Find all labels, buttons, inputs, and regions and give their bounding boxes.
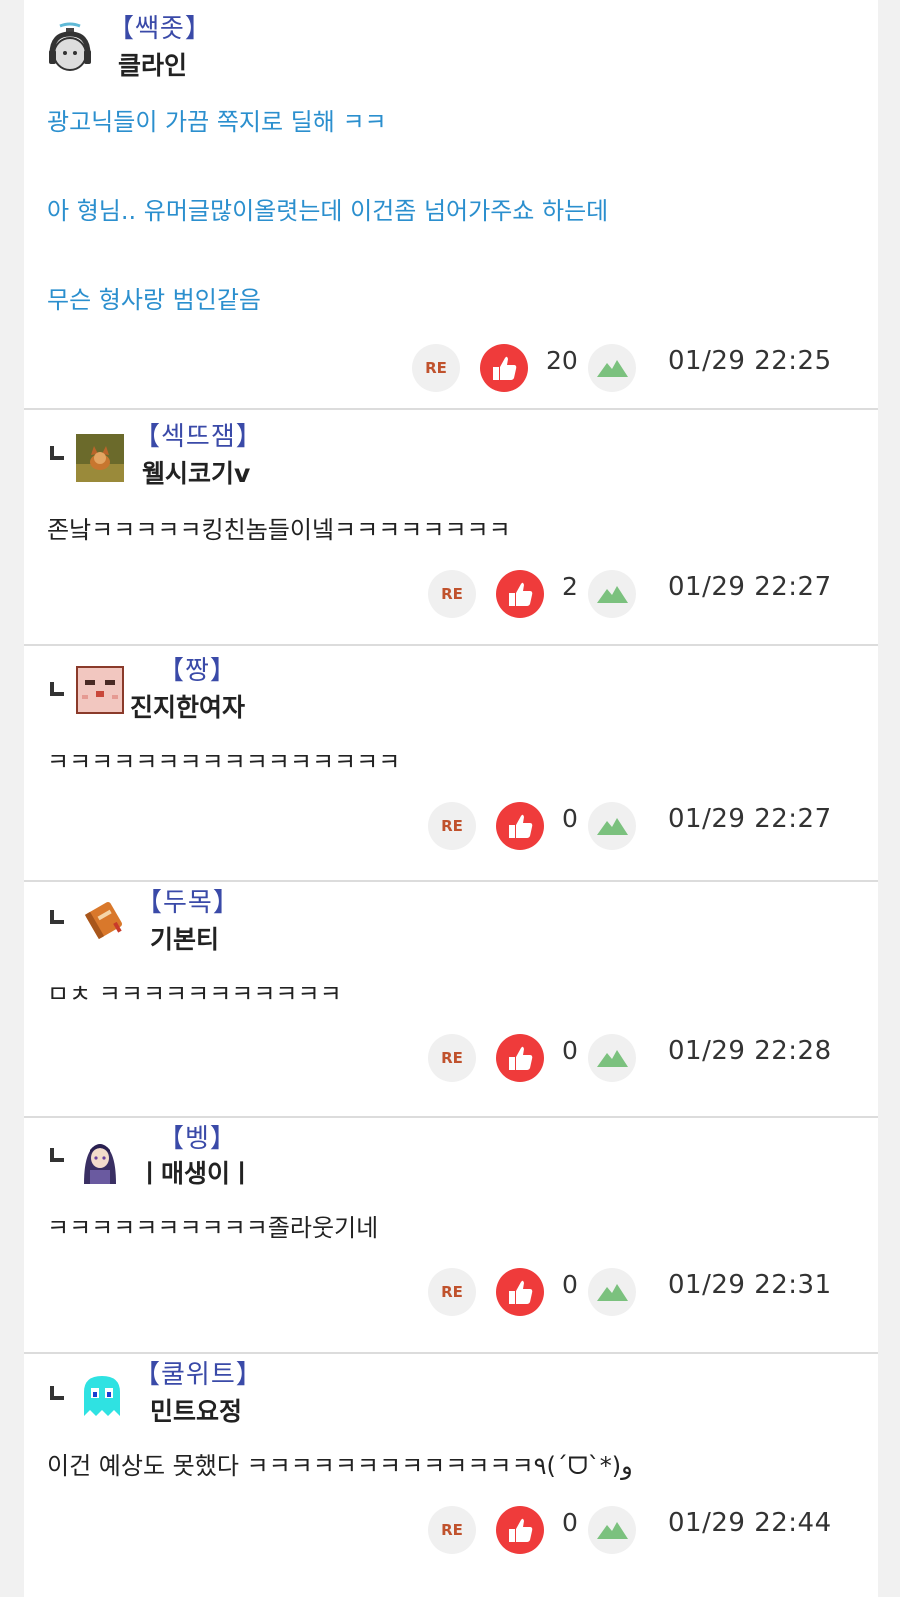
comment-timestamp: 01/29 22:27 — [668, 804, 832, 834]
like-button[interactable] — [496, 1506, 544, 1554]
mountain-icon — [597, 1284, 628, 1301]
mountain-icon — [597, 586, 628, 603]
reply-button[interactable]: RE — [428, 1034, 476, 1082]
headset-avatar[interactable] — [46, 22, 94, 74]
image-button[interactable] — [588, 1506, 636, 1554]
reply-button[interactable]: RE — [428, 570, 476, 618]
image-button[interactable] — [588, 1034, 636, 1082]
like-count: 0 — [562, 1270, 578, 1299]
like-count: 20 — [546, 346, 578, 375]
pixel-face-avatar[interactable] — [76, 666, 124, 714]
like-count: 0 — [562, 1036, 578, 1065]
user-nickname[interactable]: 진지한여자 — [130, 688, 245, 724]
comment-text-line: 이건 예상도 못했다 ㅋㅋㅋㅋㅋㅋㅋㅋㅋㅋㅋㅋㅋ٩(´ᗜ`*)و — [47, 1452, 633, 1480]
reply-button[interactable]: RE — [428, 1268, 476, 1316]
thumbs-up-icon — [509, 1280, 533, 1304]
anime-avatar[interactable] — [76, 1136, 124, 1184]
dog-avatar[interactable] — [76, 434, 124, 482]
user-nickname[interactable]: 기본티 — [150, 920, 219, 956]
mountain-icon — [597, 818, 628, 835]
comment-timestamp: 01/29 22:31 — [668, 1270, 832, 1300]
user-tag: 【쌕좃】 — [108, 14, 212, 44]
ghost-avatar[interactable] — [78, 1372, 126, 1420]
comment-timestamp: 01/29 22:44 — [668, 1508, 832, 1538]
like-button[interactable] — [496, 570, 544, 618]
user-tag: 【짱】 — [158, 656, 237, 686]
like-button[interactable] — [480, 344, 528, 392]
comment-text-line: ㅋㅋㅋㅋㅋㅋㅋㅋㅋㅋㅋㅋㅋㅋㅋㅋ — [47, 748, 401, 776]
comment-text-line: 광고닉들이 가끔 쪽지로 딜해 ㅋㅋ — [47, 108, 387, 136]
comment-item: 【두목】 기본티 ㅁㅊ ㅋㅋㅋㅋㅋㅋㅋㅋㅋㅋㅋ RE 0 01/29 22:28 — [24, 882, 878, 1118]
thumbs-up-icon — [509, 582, 533, 606]
like-button[interactable] — [496, 1034, 544, 1082]
reply-button[interactable]: RE — [412, 344, 460, 392]
comment-item: 【섹뜨잼】 웰시코기v 존낰ㅋㅋㅋㅋㅋ킹친놈들이넼ㅋㅋㅋㅋㅋㅋㅋㅋ RE 2 0… — [24, 410, 878, 646]
user-nickname[interactable]: 클라인 — [118, 46, 187, 82]
comment-item: 【쿨위트】 민트요정 이건 예상도 못했다 ㅋㅋㅋㅋㅋㅋㅋㅋㅋㅋㅋㅋㅋ٩(´ᗜ`… — [24, 1354, 878, 1597]
comment-text-line: ㅁㅊ ㅋㅋㅋㅋㅋㅋㅋㅋㅋㅋㅋ — [47, 980, 342, 1008]
comment-item: 【쌕좃】 클라인 광고닉들이 가끔 쪽지로 딜해 ㅋㅋ 아 형님.. 유머글많이… — [24, 0, 878, 410]
reply-indent-icon — [50, 1148, 64, 1162]
reply-indent-icon — [50, 682, 64, 696]
reply-button[interactable]: RE — [428, 802, 476, 850]
user-nickname[interactable]: 민트요정 — [150, 1392, 242, 1428]
reply-indent-icon — [50, 1386, 64, 1400]
comment-list: 【쌕좃】 클라인 광고닉들이 가끔 쪽지로 딜해 ㅋㅋ 아 형님.. 유머글많이… — [24, 0, 878, 1597]
comment-text-line: 아 형님.. 유머글많이올렷는데 이건좀 넘어가주쇼 하는데 — [47, 197, 609, 225]
like-button[interactable] — [496, 1268, 544, 1316]
mountain-icon — [597, 360, 628, 377]
comment-timestamp: 01/29 22:25 — [668, 346, 832, 376]
comment-item: 【짱】 진지한여자 ㅋㅋㅋㅋㅋㅋㅋㅋㅋㅋㅋㅋㅋㅋㅋㅋ RE 0 01/29 22… — [24, 646, 878, 882]
user-tag: 【두목】 — [136, 888, 240, 918]
mountain-icon — [597, 1522, 628, 1539]
comment-timestamp: 01/29 22:27 — [668, 572, 832, 602]
image-button[interactable] — [588, 570, 636, 618]
thumbs-up-icon — [509, 814, 533, 838]
user-nickname[interactable]: 웰시코기v — [142, 454, 250, 490]
reply-indent-icon — [50, 910, 64, 924]
reply-indent-icon — [50, 446, 64, 460]
thumbs-up-icon — [509, 1518, 533, 1542]
image-button[interactable] — [588, 802, 636, 850]
like-count: 0 — [562, 1508, 578, 1537]
like-count: 0 — [562, 804, 578, 833]
like-button[interactable] — [496, 802, 544, 850]
image-button[interactable] — [588, 1268, 636, 1316]
comment-text-line: ㅋㅋㅋㅋㅋㅋㅋㅋㅋㅋ졸라웃기네 — [47, 1214, 379, 1242]
comment-text-line: 존낰ㅋㅋㅋㅋㅋ킹친놈들이넼ㅋㅋㅋㅋㅋㅋㅋㅋ — [47, 516, 511, 544]
user-tag: 【섹뜨잼】 — [134, 422, 263, 452]
comment-text-line: 무슨 형사랑 범인같음 — [47, 286, 261, 314]
thumbs-up-icon — [509, 1046, 533, 1070]
comment-item: 【벵】 ㅣ매생이ㅣ ㅋㅋㅋㅋㅋㅋㅋㅋㅋㅋ졸라웃기네 RE 0 01/29 22:… — [24, 1118, 878, 1354]
image-button[interactable] — [588, 344, 636, 392]
comment-timestamp: 01/29 22:28 — [668, 1036, 832, 1066]
mountain-icon — [597, 1050, 628, 1067]
like-count: 2 — [562, 572, 578, 601]
user-tag: 【쿨위트】 — [134, 1360, 263, 1390]
book-avatar[interactable] — [80, 896, 128, 944]
thumbs-up-icon — [493, 356, 517, 380]
user-tag: 【벵】 — [158, 1124, 237, 1154]
user-nickname[interactable]: ㅣ매생이ㅣ — [138, 1154, 253, 1190]
reply-button[interactable]: RE — [428, 1506, 476, 1554]
